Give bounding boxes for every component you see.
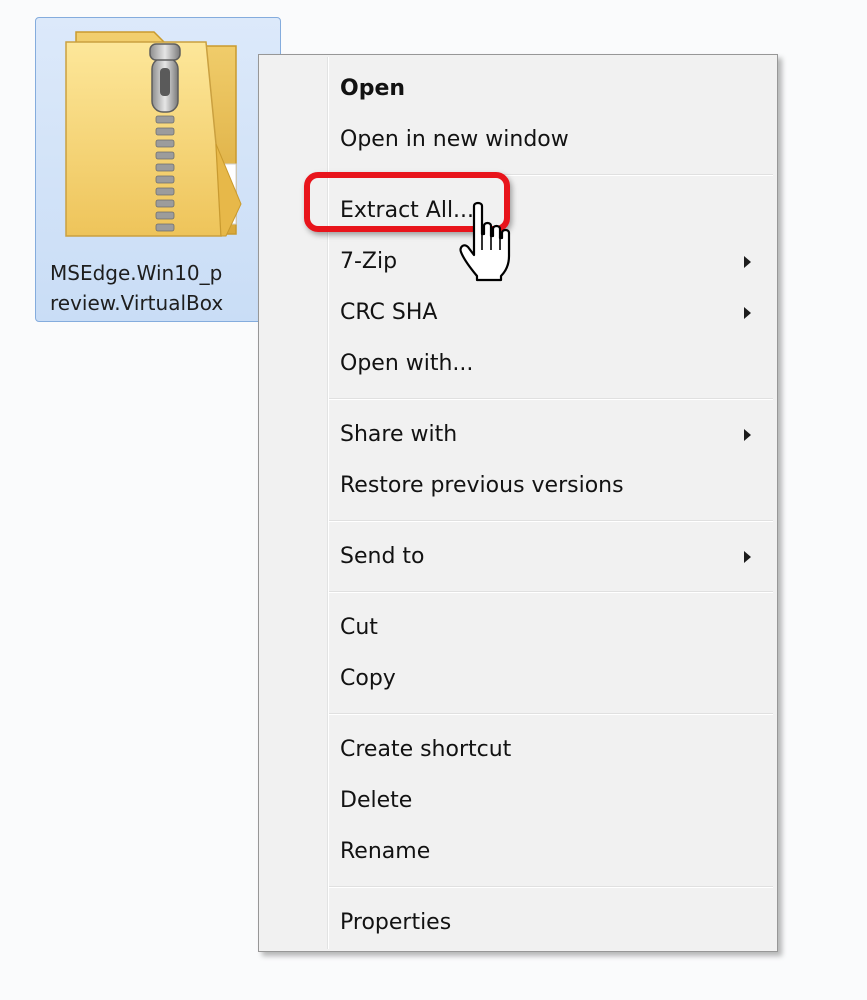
menu-item-properties[interactable]: Properties bbox=[259, 897, 777, 948]
menu-item-label: Open with... bbox=[340, 351, 474, 376]
menu-separator bbox=[329, 174, 773, 176]
menu-item-delete[interactable]: Delete bbox=[259, 775, 777, 826]
menu-item-create-shortcut[interactable]: Create shortcut bbox=[259, 724, 777, 775]
menu-separator bbox=[329, 886, 773, 888]
file-name-line1: MSEdge.Win10_p bbox=[50, 261, 223, 285]
menu-item-label: Rename bbox=[340, 839, 431, 864]
menu-item-7-zip[interactable]: 7-Zip bbox=[259, 236, 777, 287]
menu-item-label: Copy bbox=[340, 666, 396, 691]
context-menu: Open Open in new window Extract All... 7… bbox=[258, 54, 778, 952]
submenu-arrow-icon bbox=[744, 256, 751, 268]
menu-item-share-with[interactable]: Share with bbox=[259, 409, 777, 460]
menu-separator bbox=[329, 520, 773, 522]
menu-separator bbox=[329, 713, 773, 715]
zip-file-tile[interactable]: MSEdge.Win10_p review.VirtualBox bbox=[35, 17, 281, 322]
menu-item-label: Create shortcut bbox=[340, 737, 512, 762]
menu-item-label: 7-Zip bbox=[340, 249, 398, 274]
menu-item-cut[interactable]: Cut bbox=[259, 602, 777, 653]
submenu-arrow-icon bbox=[744, 307, 751, 319]
file-name-line2: review.VirtualBox bbox=[50, 291, 224, 315]
submenu-arrow-icon bbox=[744, 429, 751, 441]
menu-item-label: Extract All... bbox=[340, 198, 475, 223]
menu-separator bbox=[329, 398, 773, 400]
menu-item-copy[interactable]: Copy bbox=[259, 653, 777, 704]
menu-item-label: Restore previous versions bbox=[340, 473, 624, 498]
menu-item-open-with[interactable]: Open with... bbox=[259, 338, 777, 389]
menu-item-label: Share with bbox=[340, 422, 458, 447]
menu-item-open-in-new-window[interactable]: Open in new window bbox=[259, 114, 777, 165]
menu-item-label: Properties bbox=[340, 910, 452, 935]
menu-item-rename[interactable]: Rename bbox=[259, 826, 777, 877]
menu-item-label: Send to bbox=[340, 544, 425, 569]
menu-item-crc-sha[interactable]: CRC SHA bbox=[259, 287, 777, 338]
menu-item-restore-previous-versions[interactable]: Restore previous versions bbox=[259, 460, 777, 511]
menu-item-label: Open bbox=[340, 76, 406, 101]
submenu-arrow-icon bbox=[744, 551, 751, 563]
menu-item-label: CRC SHA bbox=[340, 300, 438, 325]
menu-item-open[interactable]: Open bbox=[259, 63, 777, 114]
menu-item-label: Cut bbox=[340, 615, 378, 640]
menu-item-label: Open in new window bbox=[340, 127, 569, 152]
menu-item-label: Delete bbox=[340, 788, 413, 813]
menu-item-send-to[interactable]: Send to bbox=[259, 531, 777, 582]
menu-item-extract-all[interactable]: Extract All... bbox=[259, 185, 777, 236]
file-name-label: MSEdge.Win10_p review.VirtualBox bbox=[50, 258, 280, 318]
zip-folder-icon bbox=[65, 31, 242, 237]
menu-separator bbox=[329, 591, 773, 593]
